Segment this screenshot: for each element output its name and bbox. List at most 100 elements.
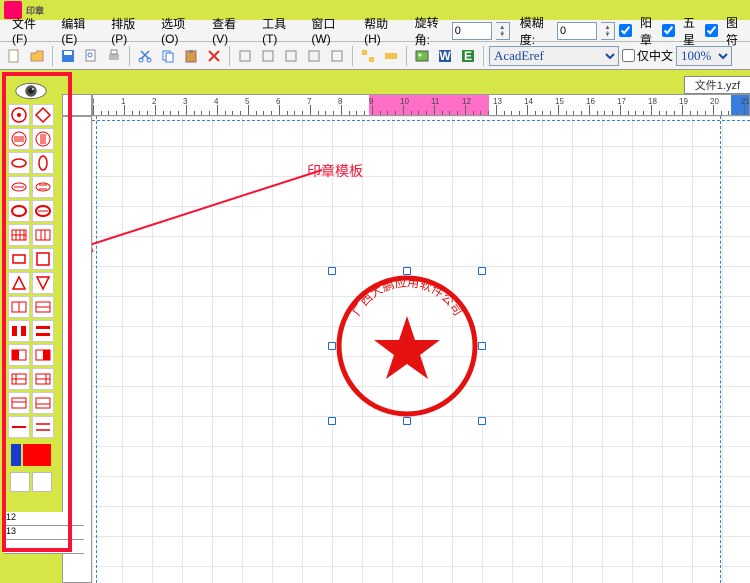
preview-icon[interactable] — [81, 46, 101, 66]
handle-mr[interactable] — [478, 342, 486, 350]
print-icon[interactable] — [104, 46, 124, 66]
handle-tr[interactable] — [478, 267, 486, 275]
delete-icon[interactable] — [204, 46, 224, 66]
stamp-template-sph2[interactable] — [32, 320, 54, 342]
canvas[interactable]: 印章模板 广西大鹏应用软件公司 — [92, 116, 750, 583]
stamp-template-spv2[interactable] — [32, 344, 54, 366]
stamp-template-sph1[interactable] — [8, 320, 30, 342]
handle-ml[interactable] — [328, 342, 336, 350]
palette-bottom-icon2[interactable] — [32, 472, 52, 492]
menu-edit[interactable]: 编辑(E) — [55, 13, 101, 48]
stamp-template-rect1[interactable] — [8, 248, 30, 270]
copy-icon[interactable] — [158, 46, 178, 66]
cb-tufu[interactable]: 图符 — [705, 12, 744, 50]
cb-star[interactable]: 五星 — [662, 12, 701, 50]
menu-tools[interactable]: 工具(T) — [256, 13, 301, 48]
stamp-template-oval-v[interactable] — [32, 152, 54, 174]
stamp-template-ld[interactable] — [32, 392, 54, 414]
ruler-num: 16 — [586, 97, 595, 106]
blur-input[interactable] — [557, 22, 597, 40]
ruler-horizontal[interactable]: 0123456789101112131415161718192021 — [92, 94, 750, 116]
open-icon[interactable] — [27, 46, 47, 66]
ungroup-icon[interactable] — [381, 46, 401, 66]
handle-bl[interactable] — [328, 417, 336, 425]
menu-help[interactable]: 帮助(H) — [358, 13, 404, 48]
align5-icon[interactable] — [327, 46, 347, 66]
stamp-template-grid2[interactable] — [32, 224, 54, 246]
excel-icon[interactable]: E — [458, 46, 478, 66]
svg-text:E: E — [464, 49, 472, 63]
paste-icon[interactable] — [181, 46, 201, 66]
pic-icon[interactable] — [412, 46, 432, 66]
stamp-template-grid1[interactable] — [8, 224, 30, 246]
ruler-num: 15 — [555, 97, 564, 106]
handle-tl[interactable] — [328, 267, 336, 275]
document-tab[interactable]: 文件1.yzf — [684, 76, 750, 94]
font-select[interactable]: AcadEref — [489, 46, 619, 66]
guide-left — [96, 116, 97, 583]
blur-spinner[interactable]: ▲▼ — [601, 22, 615, 40]
cut-icon[interactable] — [135, 46, 155, 66]
guide-top — [92, 120, 750, 121]
handle-br[interactable] — [478, 417, 486, 425]
guide-right — [720, 116, 721, 583]
stamp-template-oval-h[interactable] — [8, 152, 30, 174]
swatch-red[interactable] — [23, 444, 51, 466]
stamp-text: 广西大鹏应用软件公司 — [349, 274, 465, 318]
stamp-template-thick1[interactable] — [8, 200, 30, 222]
svg-text:W: W — [439, 49, 451, 63]
rotate-spinner[interactable]: ▲▼ — [496, 22, 510, 40]
stamp-template-diamond[interactable] — [32, 104, 54, 126]
word-icon[interactable]: W — [435, 46, 455, 66]
swatch-blue[interactable] — [11, 444, 21, 466]
group-icon[interactable] — [358, 46, 378, 66]
new-icon[interactable] — [4, 46, 24, 66]
menu-options[interactable]: 选项(O) — [155, 13, 202, 48]
palette-bottom-icon1[interactable] — [10, 472, 30, 492]
work-area: 文件1.yzf 01234567891011121314151617181920… — [0, 70, 750, 583]
stamp-template-vlines[interactable] — [32, 128, 54, 150]
stamp-template-spv1[interactable] — [8, 344, 30, 366]
stamp-template-hlines[interactable] — [8, 128, 30, 150]
handle-bc[interactable] — [403, 417, 411, 425]
stamp-object[interactable]: 广西大鹏应用软件公司 — [332, 271, 482, 421]
ruler-corner — [62, 94, 92, 116]
stamp-template-lay1[interactable] — [8, 296, 30, 318]
ruler-num: 18 — [648, 97, 657, 106]
save-icon[interactable] — [58, 46, 78, 66]
svg-text:广西大鹏应用软件公司: 广西大鹏应用软件公司 — [349, 274, 465, 318]
zoom-select[interactable]: 100% — [676, 46, 732, 66]
ruler-num: 17 — [617, 97, 626, 106]
stamp-template-line1[interactable] — [8, 416, 30, 438]
align2-icon[interactable] — [258, 46, 278, 66]
eye-icon[interactable] — [11, 80, 51, 102]
stamp-template-la[interactable] — [8, 368, 30, 390]
stamp-template-tri2[interactable] — [32, 272, 54, 294]
cb-chinese-only[interactable]: 仅中文 — [622, 47, 673, 64]
align4-icon[interactable] — [304, 46, 324, 66]
stamp-template-thick2[interactable] — [32, 200, 54, 222]
stamp-template-arc2[interactable] — [32, 176, 54, 198]
stamp-template-line2[interactable] — [32, 416, 54, 438]
cb-yang[interactable]: 阳章 — [619, 12, 658, 50]
stamp-template-rect2[interactable] — [32, 248, 54, 270]
rotate-input[interactable] — [452, 22, 492, 40]
handle-tc[interactable] — [403, 267, 411, 275]
ruler-num: 14 — [524, 97, 533, 106]
menu-file[interactable]: 文件(F) — [6, 13, 51, 48]
stamp-template-circle[interactable] — [8, 104, 30, 126]
ruler-num: 21 — [741, 97, 750, 106]
palette-grid — [8, 104, 54, 438]
menu-window[interactable]: 窗口(W) — [305, 13, 354, 48]
menu-layout[interactable]: 排版(P) — [105, 13, 151, 48]
stamp-template-tri1[interactable] — [8, 272, 30, 294]
menu-view[interactable]: 查看(V) — [206, 13, 252, 48]
align3-icon[interactable] — [281, 46, 301, 66]
menu-bar: 文件(F) 编辑(E) 排版(P) 选项(O) 查看(V) 工具(T) 窗口(W… — [0, 20, 750, 42]
align1-icon[interactable] — [235, 46, 255, 66]
stamp-template-lc[interactable] — [8, 392, 30, 414]
stamp-template-arc1[interactable] — [8, 176, 30, 198]
stamp-template-lay2[interactable] — [32, 296, 54, 318]
stamp-template-lb[interactable] — [32, 368, 54, 390]
ruler-num: 19 — [679, 97, 688, 106]
